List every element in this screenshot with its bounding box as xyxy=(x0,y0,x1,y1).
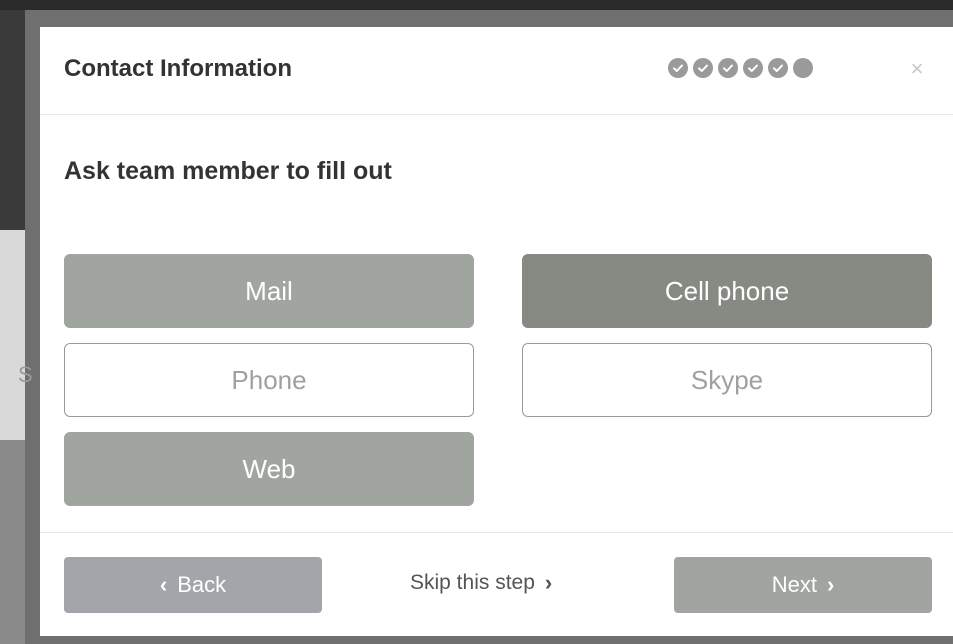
option-web-button[interactable]: Web xyxy=(64,432,474,506)
background-left-strip xyxy=(0,10,25,644)
next-button-label: Next xyxy=(771,572,817,597)
progress-step-complete xyxy=(693,58,713,78)
back-button-label: Back xyxy=(177,572,227,597)
progress-step-complete xyxy=(768,58,788,78)
progress-step-current xyxy=(793,58,813,78)
chevron-right-icon: › xyxy=(544,570,553,595)
check-icon xyxy=(698,64,708,72)
next-button[interactable]: Next › xyxy=(674,557,932,613)
skip-step-label: Skip this step xyxy=(410,571,535,594)
progress-step-complete xyxy=(718,58,738,78)
progress-step-complete xyxy=(743,58,763,78)
skip-step-link[interactable]: Skip this step › xyxy=(410,571,552,595)
modal-footer: ‹ Back Skip this step › Next › xyxy=(40,532,953,636)
option-skype-button[interactable]: Skype xyxy=(522,343,932,417)
contact-information-modal: Contact Information × Ask team member to… xyxy=(40,27,953,636)
background-band xyxy=(0,10,25,230)
progress-steps xyxy=(668,58,813,78)
option-cell-phone-button[interactable]: Cell phone xyxy=(522,254,932,328)
chevron-left-icon: ‹ xyxy=(159,572,168,597)
background-top-strip xyxy=(0,0,953,10)
close-icon[interactable]: × xyxy=(908,57,926,81)
modal-title: Contact Information xyxy=(64,55,292,82)
check-icon xyxy=(748,64,758,72)
check-icon xyxy=(773,64,783,72)
modal-subtitle: Ask team member to fill out xyxy=(64,157,392,185)
background-peek-text: Sk xyxy=(18,362,32,387)
check-icon xyxy=(673,64,683,72)
check-icon xyxy=(723,64,733,72)
background-band xyxy=(0,440,25,644)
chevron-right-icon: › xyxy=(826,572,835,597)
back-button[interactable]: ‹ Back xyxy=(64,557,322,613)
option-mail-button[interactable]: Mail xyxy=(64,254,474,328)
progress-step-complete xyxy=(668,58,688,78)
modal-header: Contact Information × xyxy=(40,27,953,115)
option-phone-button[interactable]: Phone xyxy=(64,343,474,417)
background-band xyxy=(0,230,25,440)
